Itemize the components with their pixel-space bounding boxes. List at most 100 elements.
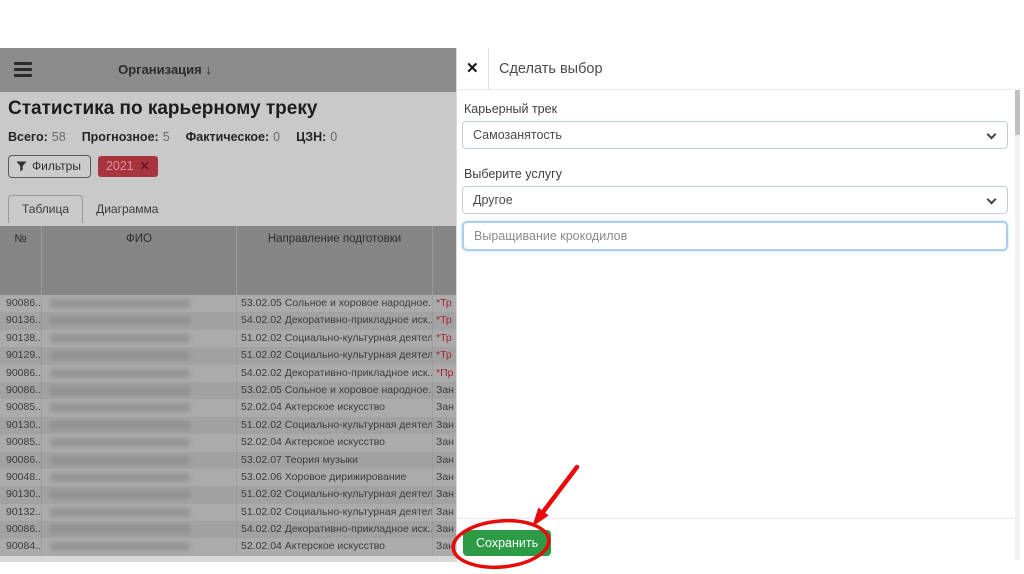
service-selected-value: Другое [473, 193, 513, 207]
row-status-cell: Зан [433, 521, 456, 538]
redacted-name [50, 316, 190, 326]
stat-value: 0 [273, 130, 281, 144]
page-title: Статистика по карьерному треку [8, 98, 318, 119]
row-fio-cell [42, 503, 237, 522]
page-background-strip [0, 556, 456, 562]
row-fio-cell [42, 399, 237, 417]
row-status-cell: Зан [433, 417, 456, 434]
row-number-cell: 90086... [0, 381, 42, 400]
table-row[interactable]: 90086... 54.02.02 Декоративно-прикладное … [0, 521, 456, 539]
table-row[interactable]: 90136... 54.02.02 Декоративно-прикладное … [0, 312, 456, 330]
row-number-cell: 90085... [0, 434, 42, 452]
redacted-name [50, 438, 190, 448]
column-header-program: Направление подготовки [237, 226, 433, 295]
stat-label: ЦЗН: [296, 130, 327, 144]
column-header-fio: ФИО [42, 226, 237, 295]
stat-label: Фактическое: [185, 130, 270, 144]
organization-dropdown[interactable]: Организация ↓ [0, 62, 330, 77]
row-program-cell: 51.02.02 Социально-культурная деятел... [237, 329, 433, 348]
redacted-name [50, 507, 190, 517]
row-status-cell: Зан [433, 538, 456, 555]
row-status-cell: Зан [433, 382, 456, 399]
stats-bar: Всего: 58 Прогнозное: 5 Фактическое: 0 ЦЗН:… [8, 130, 337, 144]
background-page: Организация ↓ Статистика по карьерному т… [0, 48, 456, 562]
top-navbar: Организация ↓ [0, 48, 456, 92]
row-program-cell: 51.02.02 Социально-культурная деятел... [237, 486, 433, 504]
remove-filter-icon[interactable]: ✕ [140, 159, 150, 173]
career-track-label: Карьерный трек [464, 102, 558, 116]
row-number-cell: 90084... [0, 538, 42, 556]
slide-canvas: Организация ↓ Статистика по карьерному т… [0, 0, 1024, 574]
row-program-cell: 52.02.04 Актерское искусство [237, 538, 433, 556]
row-program-cell: 54.02.02 Декоративно-прикладное иск... [237, 312, 433, 330]
row-fio-cell [42, 434, 237, 452]
redacted-name [50, 385, 190, 395]
row-fio-cell [42, 416, 237, 435]
close-icon[interactable]: ✕ [466, 59, 479, 77]
tab-diagram[interactable]: Диаграмма [83, 196, 171, 223]
row-program-cell: 52.02.04 Актерское искусство [237, 399, 433, 417]
row-program-cell: 52.02.04 Актерское искусство [237, 434, 433, 452]
row-fio-cell [42, 468, 237, 487]
redacted-name [50, 333, 190, 343]
row-number-cell: 90086... [0, 521, 42, 539]
row-status-cell: Зан [433, 452, 456, 469]
table-row[interactable]: 90132... 51.02.02 Социально-культурная де… [0, 503, 456, 522]
filters-button[interactable]: Фильтры [8, 155, 91, 178]
redacted-name [50, 403, 190, 413]
row-status-cell: *Тр [433, 347, 456, 364]
row-program-cell: 53.02.05 Сольное и хоровое народное... [237, 381, 433, 400]
row-fio-cell [42, 364, 237, 382]
table-row[interactable]: 90086... 53.02.07 Теория музыки Зан [0, 451, 456, 469]
row-program-cell: 51.02.02 Социально-культурная деятел... [237, 416, 433, 435]
career-track-selected-value: Самозанятость [473, 128, 562, 142]
filter-row: Фильтры 2021 ✕ [8, 155, 158, 178]
custom-service-input[interactable] [462, 221, 1008, 251]
redacted-name [50, 490, 190, 500]
row-status-cell: Зан [433, 486, 456, 503]
stat-label: Всего: [8, 130, 48, 144]
table-row[interactable]: 90138... 51.02.02 Социально-культурная де… [0, 329, 456, 348]
row-status-cell: Зан [433, 434, 456, 451]
table-row[interactable]: 90048... 53.02.06 Хоровое дирижирование За… [0, 468, 456, 487]
table-row[interactable]: 90086... 53.02.05 Сольное и хоровое народ… [0, 295, 456, 313]
redacted-name [50, 455, 190, 465]
redacted-name [50, 420, 190, 430]
row-fio-cell [42, 381, 237, 400]
filters-button-label: Фильтры [32, 159, 81, 173]
table-row[interactable]: 90086... 54.02.02 Декоративно-прикладное … [0, 364, 456, 382]
row-number-cell: 90129... [0, 347, 42, 365]
table-body: 90086... 53.02.05 Сольное и хоровое народ… [0, 295, 456, 556]
row-number-cell: 90132... [0, 503, 42, 522]
column-header-number: № [0, 226, 42, 295]
row-number-cell: 90048... [0, 468, 42, 487]
table-row[interactable]: 90130... 51.02.02 Социально-культурная де… [0, 486, 456, 504]
redacted-name [50, 351, 190, 361]
table-row[interactable]: 90084... 52.02.04 Актерское искусство Зан [0, 538, 456, 556]
redacted-name [50, 525, 190, 535]
header-divider [488, 48, 489, 90]
row-program-cell: 51.02.02 Социально-культурная деятел... [237, 503, 433, 522]
modal-footer-divider [457, 518, 1014, 519]
modal-scrollbar[interactable] [1015, 90, 1020, 560]
row-fio-cell [42, 538, 237, 556]
stat-value: 5 [162, 130, 170, 144]
table-row[interactable]: 90129... 51.02.02 Социально-культурная де… [0, 347, 456, 365]
table-row[interactable]: 90085... 52.02.04 Актерское искусство Зан [0, 434, 456, 452]
table-row[interactable]: 90085... 52.02.04 Актерское искусство Зан [0, 399, 456, 417]
choice-modal: ✕ Сделать выбор Карьерный трек Самозанят… [456, 48, 1014, 562]
scrollbar-thumb[interactable] [1015, 90, 1020, 135]
career-track-select[interactable]: Самозанятость [462, 121, 1008, 149]
row-fio-cell [42, 329, 237, 348]
save-button[interactable]: Сохранить [463, 530, 552, 556]
row-program-cell: 53.02.07 Теория музыки [237, 451, 433, 469]
table-row[interactable]: 90130... 51.02.02 Социально-культурная де… [0, 416, 456, 435]
tab-table[interactable]: Таблица [8, 195, 84, 223]
row-fio-cell [42, 312, 237, 330]
row-fio-cell [42, 451, 237, 469]
row-program-cell: 54.02.02 Декоративно-прикладное иск... [237, 364, 433, 382]
row-status-cell: *Тр [433, 295, 456, 312]
table-row[interactable]: 90086... 53.02.05 Сольное и хоровое народ… [0, 381, 456, 400]
table-header: № ФИО Направление подготовки [0, 226, 456, 295]
service-select[interactable]: Другое [462, 186, 1008, 214]
